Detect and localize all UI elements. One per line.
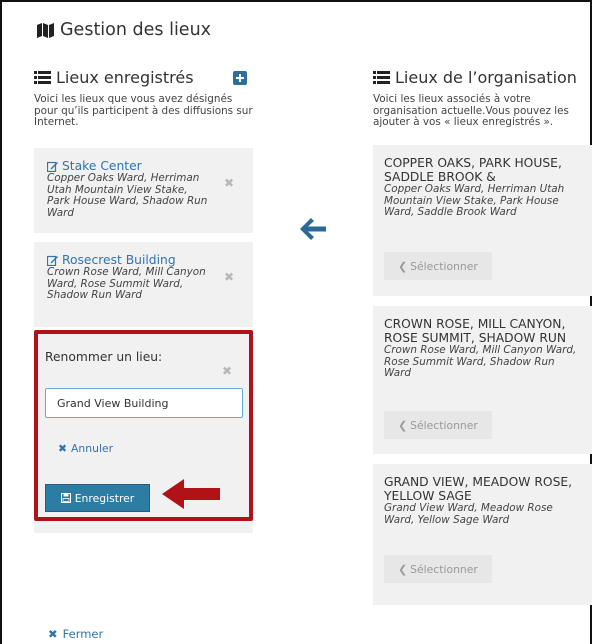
saved-location-link[interactable]: Rosecrest Building	[47, 253, 213, 267]
org-locations-heading-text: Lieux de l’organisation	[395, 68, 577, 87]
save-label: Enregistrer	[74, 491, 135, 505]
edit-icon	[47, 161, 58, 172]
arrow-left-icon	[162, 479, 220, 509]
rename-input[interactable]	[45, 388, 243, 418]
chevron-left-icon: ❮	[398, 562, 408, 576]
card-bottom-strip	[34, 521, 253, 533]
page-title: Gestion des lieux	[37, 20, 211, 40]
chevron-left-icon: ❮	[398, 259, 408, 273]
select-button[interactable]: ❮ Sélectionner	[384, 555, 492, 583]
org-location-wards: Copper Oaks Ward, Herriman Utah Mountain…	[384, 183, 565, 219]
org-location-item: CROWN ROSE, MILL CANYON, ROSE SUMMIT, SH…	[373, 306, 592, 454]
org-location-title: GRAND VIEW, MEADOW ROSE, YELLOW SAGE	[384, 475, 573, 503]
org-locations-panel: Lieux de l’organisation Voici les lieux …	[373, 68, 592, 129]
rename-close-icon[interactable]: ✖	[222, 364, 232, 378]
saved-location-wards: Copper Oaks Ward, Herriman Utah Mountain…	[47, 172, 208, 219]
chevron-left-icon: ❮	[398, 418, 408, 432]
saved-location-name: Stake Center	[62, 159, 142, 173]
saved-location-item: Stake Center Copper Oaks Ward, Herriman …	[34, 148, 253, 233]
select-button[interactable]: ❮ Sélectionner	[384, 252, 492, 280]
saved-locations-panel: Lieux enregistrés Voici les lieux que vo…	[34, 68, 253, 129]
close-link[interactable]: ✖ Fermer	[48, 627, 103, 641]
saved-location-link[interactable]: Stake Center	[47, 159, 213, 173]
saved-location-wards: Crown Rose Ward, Mill Canyon Ward, Rose …	[47, 266, 206, 302]
cancel-link[interactable]: ✖ Annuler	[58, 442, 113, 455]
org-location-item: GRAND VIEW, MEADOW ROSE, YELLOW SAGE Gra…	[373, 464, 592, 605]
org-location-title: COPPER OAKS, PARK HOUSE, SADDLE BROOK &	[384, 156, 562, 184]
org-location-wards: Grand View Ward, Meadow Rose Ward, Yello…	[384, 502, 553, 526]
list-icon	[373, 71, 390, 84]
save-icon	[60, 493, 71, 503]
select-button[interactable]: ❮ Sélectionner	[384, 411, 492, 439]
edit-icon	[47, 255, 58, 266]
map-icon	[37, 22, 54, 38]
page-title-text: Gestion des lieux	[60, 20, 212, 40]
save-button[interactable]: Enregistrer	[45, 484, 150, 512]
close-label: Fermer	[62, 627, 104, 641]
org-locations-description: Voici les lieux associés à votre organis…	[373, 93, 569, 128]
org-location-wards: Crown Rose Ward, Mill Canyon Ward, Rose …	[384, 344, 577, 380]
saved-locations-heading-text: Lieux enregistrés	[56, 68, 194, 87]
saved-location-item: Rosecrest Building Crown Rose Ward, Mill…	[34, 242, 253, 327]
saved-location-name: Rosecrest Building	[62, 253, 176, 267]
list-icon	[34, 71, 51, 84]
org-location-title: CROWN ROSE, MILL CANYON, ROSE SUMMIT, SH…	[384, 317, 567, 345]
org-locations-heading: Lieux de l’organisation	[373, 68, 592, 87]
remove-location-close-icon[interactable]: ✖	[224, 176, 234, 190]
select-label: Sélectionner	[410, 562, 478, 576]
rename-label: Renommer un lieu:	[45, 350, 163, 364]
saved-locations-description: Voici les lieux que vous avez désignés p…	[34, 93, 253, 128]
close-icon: ✖	[48, 627, 58, 641]
arrow-left-icon	[300, 218, 326, 240]
saved-locations-heading: Lieux enregistrés	[34, 68, 253, 87]
org-location-item: COPPER OAKS, PARK HOUSE, SADDLE BROOK & …	[373, 145, 592, 296]
select-label: Sélectionner	[410, 418, 478, 432]
close-icon: ✖	[58, 442, 68, 455]
add-location-button[interactable]	[233, 70, 247, 85]
select-label: Sélectionner	[410, 259, 478, 273]
remove-location-close-icon[interactable]: ✖	[224, 270, 234, 284]
cancel-label: Annuler	[71, 442, 114, 455]
